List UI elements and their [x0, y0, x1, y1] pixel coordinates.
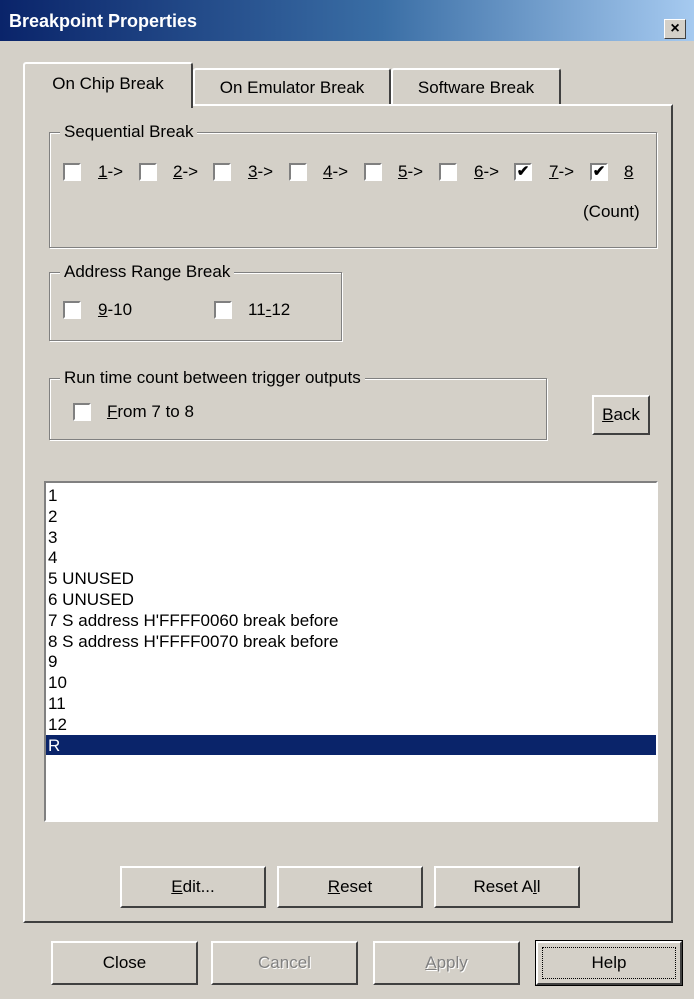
- list-item[interactable]: 1: [46, 485, 656, 506]
- seq-6-label: 6->: [474, 162, 500, 181]
- apply-button[interactable]: Apply: [373, 941, 520, 985]
- sequential-break-legend: Sequential Break: [60, 121, 198, 143]
- reset-all-button-label: Reset All: [473, 877, 541, 896]
- range-9-10-label: 9-10: [98, 300, 133, 319]
- seq-5-label: 5->: [398, 162, 424, 181]
- back-button[interactable]: Back: [592, 395, 650, 435]
- reset-button-label: Reset: [327, 877, 373, 896]
- close-button[interactable]: Close: [51, 941, 198, 985]
- seq-4-label: 4->: [323, 162, 349, 181]
- breakpoint-list[interactable]: 12345 UNUSED 6 UNUSED 7 S address H'FFFF00…: [44, 481, 658, 822]
- cancel-button-label: Cancel: [258, 953, 311, 972]
- list-item[interactable]: 9: [46, 651, 656, 672]
- checkbox-seq-4[interactable]: [289, 163, 307, 181]
- list-item[interactable]: 6 UNUSED: [46, 589, 656, 610]
- list-item[interactable]: 7 S address H'FFFF0060 break before: [46, 610, 656, 631]
- edit-button-label: Edit...: [171, 877, 215, 896]
- seq-7-label: 7->: [549, 162, 575, 181]
- list-item[interactable]: 3: [46, 527, 656, 548]
- seq-3-label: 3->: [248, 162, 274, 181]
- checkbox-seq-2[interactable]: [139, 163, 157, 181]
- seq-1-label: 1->: [98, 162, 124, 181]
- from-7-to-8-label: From 7 to 8: [107, 402, 194, 421]
- count-label: (Count): [583, 202, 640, 221]
- checkbox-range-11-12[interactable]: [214, 301, 232, 319]
- apply-button-label: Apply: [425, 953, 468, 972]
- checkbox-seq-6[interactable]: [439, 163, 457, 181]
- runtime-count-legend: Run time count between trigger outputs: [60, 367, 365, 389]
- tab-label: On Emulator Break: [219, 78, 365, 97]
- seq-2-label: 2->: [173, 162, 199, 181]
- sequential-break-group: Sequential Break: [49, 121, 657, 248]
- address-range-legend: Address Range Break: [60, 261, 235, 283]
- list-item[interactable]: 8 S address H'FFFF0070 break before: [46, 631, 656, 652]
- back-button-label: Back: [602, 405, 640, 424]
- tab-on-emulator-break[interactable]: On Emulator Break: [193, 68, 391, 106]
- tab-label: On Chip Break: [52, 74, 164, 93]
- tab-label: Software Break: [417, 78, 535, 97]
- tab-on-chip-break[interactable]: On Chip Break: [23, 62, 193, 108]
- list-item[interactable]: 5 UNUSED: [46, 568, 656, 589]
- reset-all-button[interactable]: Reset All: [434, 866, 580, 908]
- window-title: Breakpoint Properties: [9, 11, 198, 31]
- reset-button[interactable]: Reset: [277, 866, 423, 908]
- checkbox-seq-3[interactable]: [213, 163, 231, 181]
- range-11-12-label: 11-12: [248, 300, 291, 319]
- checkbox-seq-7[interactable]: ✔: [514, 163, 532, 181]
- address-range-group: Address Range Break: [49, 261, 342, 341]
- checkbox-seq-8[interactable]: ✔: [590, 163, 608, 181]
- checkbox-seq-5[interactable]: [364, 163, 382, 181]
- close-icon[interactable]: ×: [664, 19, 686, 39]
- checkbox-from-7-to-8[interactable]: [73, 403, 91, 421]
- edit-button[interactable]: Edit...: [120, 866, 266, 908]
- list-item[interactable]: 10: [46, 672, 656, 693]
- checkbox-range-9-10[interactable]: [63, 301, 81, 319]
- checkbox-seq-1[interactable]: [63, 163, 81, 181]
- list-item[interactable]: 12: [46, 714, 656, 735]
- help-button[interactable]: Help: [535, 940, 683, 986]
- seq-8-label: 8: [624, 162, 634, 181]
- list-item[interactable]: R: [46, 734, 656, 756]
- title-bar: Breakpoint Properties ×: [0, 0, 694, 41]
- list-item[interactable]: 11: [46, 693, 656, 714]
- cancel-button[interactable]: Cancel: [211, 941, 358, 985]
- close-button-label: Close: [102, 953, 147, 972]
- list-item[interactable]: 4: [46, 547, 656, 568]
- help-button-label: Help: [591, 953, 627, 972]
- list-item[interactable]: 2: [46, 506, 656, 527]
- tab-software-break[interactable]: Software Break: [391, 68, 561, 106]
